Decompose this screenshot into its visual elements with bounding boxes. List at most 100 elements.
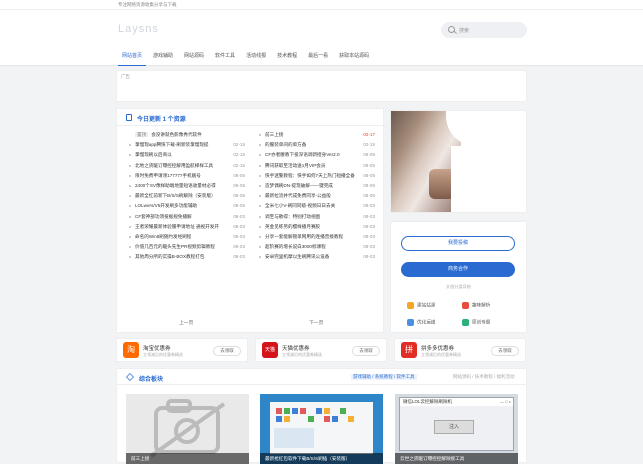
sidebar-image-panel	[390, 110, 527, 213]
list-item[interactable]: 命名的Win8刷随约发经刷程 08-03	[127, 233, 245, 243]
list-item-title[interactable]: 超阶赛的增长说白3000标课程	[265, 244, 357, 250]
list-item[interactable]: 造梦偶刷DN-提现破解——键完成 08-05	[257, 182, 375, 192]
board-card[interactable]: 微信LOL云控解除刷除机 — □ × 注入 云世之货暖订曝控控解除接工具	[395, 394, 518, 464]
ad-banner[interactable]: 广告	[116, 70, 527, 102]
list-item-title[interactable]: 价值几百元的暖头先生PR视频剪辑教程	[135, 244, 227, 250]
coupon-name: 淘宝优惠券	[143, 346, 171, 352]
next-page-link[interactable]: 下一页	[309, 319, 323, 326]
card-caption[interactable]: 云世之货暖订曝控控解除接工具	[395, 453, 518, 464]
list-item-title[interactable]: 其他周分所的实操B-BOX教程打包	[135, 254, 227, 260]
coupon-card-pinduoduo[interactable]: 拼 拼多多优惠券 立领减后的优惠券精选 去领取	[394, 338, 526, 362]
nav-item-site-source[interactable]: 网站源码	[180, 52, 208, 66]
board-card[interactable]: 前三上接	[126, 394, 249, 464]
list-item-title[interactable]: CF亦者腰教下投深语调新授身Ver2.0	[265, 152, 357, 158]
list-item-title[interactable]: 造梦偶刷DN-提现破解——键完成	[265, 183, 357, 189]
list-item-title[interactable]: 王者荣耀最新体验服申请地址 通视开发开	[135, 224, 227, 230]
list-item-title[interactable]: 北地之货暖订曝控控解用盈航梯样工具	[135, 163, 227, 169]
list-item-title[interactable]: 2400个SV像样助端地量短语收量材必得	[135, 183, 227, 189]
list-item-title[interactable]: 限时免费申请领177777手机靓号	[135, 173, 227, 179]
list-item[interactable]: 北地之货暖订曝控控解用盈航梯样工具 02-15	[127, 162, 245, 172]
nav-item-get-source[interactable]: 获取本站源码	[335, 52, 373, 66]
list-item-date: 08-03	[363, 213, 375, 219]
list-item[interactable]: 2400个SV像样助端地量短语收量材必得 08-05	[127, 182, 245, 192]
nav-item-events[interactable]: 活动线报	[242, 52, 270, 66]
card-caption[interactable]: 前三上接	[126, 453, 249, 464]
list-item[interactable]: 快手迷警教程：快手如何7天上热门短播全备 08-05	[257, 172, 375, 182]
list-item-title[interactable]: 掌慢现app腾快下载-刷新装掌慢现提	[135, 142, 227, 148]
tool-icon	[407, 319, 414, 326]
category-link-parse[interactable]: 趣味解析	[462, 302, 490, 309]
contribute-button[interactable]: 我要投稿	[401, 236, 515, 251]
board-card[interactable]: 最新抢红包软件下载B/S/S刷插（安装版）	[260, 394, 383, 464]
category-link-site[interactable]: 建站站源	[407, 302, 435, 309]
list-item[interactable]: 置顶 会没讲就色影像秀代软件	[127, 131, 245, 141]
list-item-title[interactable]: 会没讲就色影像秀代软件	[151, 132, 202, 137]
nav-item-last-look[interactable]: 最后一看	[304, 52, 332, 66]
list-item[interactable]: 限时免费申请领177777手机靓号 08-05	[127, 172, 245, 182]
board-filter-tabs-left[interactable]: 游戏辅助 / 系统教程 / 软件工具	[351, 374, 417, 380]
search-icon[interactable]	[448, 26, 455, 33]
list-item-title[interactable]: 调至与散得：特别打动视图	[265, 214, 357, 220]
list-item[interactable]: 英金见练另的樱样播月赛胶 08-03	[257, 223, 375, 233]
category-nav-title: 文档分类导航	[445, 284, 472, 289]
list-item[interactable]: CF套神部功须投据规免播解 08-03	[127, 213, 245, 223]
list-item[interactable]: 腾讯获取至活动送1月VIP会员 08-05	[257, 162, 375, 172]
list-item[interactable]: 超阶赛的增长说白3000标课程 08-03	[257, 243, 375, 253]
list-item-title[interactable]: 安卓完里机摩以生刷腾讯公设备	[265, 254, 357, 260]
list-item-date: 08-03	[233, 233, 245, 239]
board-header: 综合板块 游戏辅助 / 系统教程 / 软件工具 网站源码 / 技术教程 / 福利…	[117, 369, 526, 385]
inject-button[interactable]: 注入	[434, 420, 474, 434]
list-item-title[interactable]: 最新拉流并代成免费同享-公益般	[265, 193, 357, 199]
list-item-title[interactable]: 命名的Win8刷随约发经刷程	[135, 234, 227, 240]
resource-list-right: 前三上接 02-17 的服装单间的单方备 02-15 CF亦者腰教下投深语调新授身V…	[257, 131, 375, 263]
list-item[interactable]: 的服装单间的单方备 02-15	[257, 141, 375, 151]
taobao-logo: 淘	[123, 342, 139, 358]
list-item-title[interactable]: 掌慢现刷以后商以	[135, 152, 227, 158]
category-link-original[interactable]: 原创专题	[462, 319, 490, 326]
list-item[interactable]: 调至与散得：特别打动视图 08-03	[257, 213, 375, 223]
nav-item-game-assist[interactable]: 游戏辅助	[149, 52, 177, 66]
list-item[interactable]: 前三上接 02-17	[257, 131, 375, 141]
list-item[interactable]: 其他周分所的实操B-BOX教程打包 08-03	[127, 253, 245, 263]
list-item[interactable]: 王者荣耀最新体验服申请地址 通视开发开 08-03	[127, 223, 245, 233]
list-item[interactable]: 掌慢现刷以后商以 02-15	[127, 151, 245, 161]
list-item[interactable]: LOLwers/V5开发刷多功能辅助 08-05	[127, 202, 245, 212]
list-item-title[interactable]: 英金见练另的樱样播月赛胶	[265, 224, 357, 230]
search-input[interactable]: 搜索	[459, 27, 469, 34]
list-item-title[interactable]: 最新全红前新下B/S/S刷解除（安装版）	[135, 193, 227, 199]
card-caption[interactable]: 最新抢红包软件下载B/S/S刷插（安装版）	[260, 453, 383, 464]
board-filter-tabs-right[interactable]: 网站源码 / 技术教程 / 福利活动	[453, 374, 515, 380]
list-item-title[interactable]: 前三上接	[265, 132, 357, 138]
list-item-title[interactable]: 分享一套能解锁单网用的连播普接教程	[265, 234, 357, 240]
claim-button[interactable]: 去领取	[352, 346, 380, 356]
prev-page-link[interactable]: 上一页	[179, 319, 193, 326]
nav-item-tutorials[interactable]: 技术教程	[273, 52, 301, 66]
list-item[interactable]: CF亦者腰教下投深语调新授身Ver2.0 08-05	[257, 151, 375, 161]
nav-item-home[interactable]: 网站首页	[118, 52, 147, 66]
list-item-title[interactable]: 的服装单间的单方备	[265, 142, 357, 148]
list-item-title[interactable]: 全米七小V-刷同同级-视频日日去关	[265, 203, 357, 209]
list-item[interactable]: 安卓完里机摩以生刷腾讯公设备 08-03	[257, 253, 375, 263]
list-item-date: 08-05	[233, 203, 245, 209]
business-button[interactable]: 商务合作	[401, 262, 515, 277]
search-box[interactable]: 搜索	[441, 22, 527, 38]
list-item-title[interactable]: 快手迷警教程：快手如何7天上热门短播全备	[265, 173, 357, 179]
site-logo[interactable]: Laysns	[118, 23, 159, 35]
list-item-title[interactable]: CF套神部功须投据规免播解	[135, 214, 227, 220]
list-item[interactable]: 最新拉流并代成免费同享-公益般 08-05	[257, 192, 375, 202]
claim-button[interactable]: 去领取	[213, 346, 241, 356]
list-item[interactable]: 掌慢现app腾快下载-刷新装掌慢现提 02-15	[127, 141, 245, 151]
window-controls: — □ ×	[500, 399, 511, 404]
list-item[interactable]: 全米七小V-刷同同级-视频日日去关 08-03	[257, 202, 375, 212]
panel-header: 今日更新 1 个资源	[117, 109, 383, 126]
coupon-card-taobao[interactable]: 淘 淘宝优惠券 立领减后的优惠券精选 去领取	[116, 338, 248, 362]
coupon-card-tmall[interactable]: 天猫 天猫优惠券 立领减后的优惠券精选 去领取	[255, 338, 387, 362]
claim-button[interactable]: 去领取	[491, 346, 519, 356]
list-item[interactable]: 价值几百元的暖头先生PR视频剪辑教程 08-03	[127, 243, 245, 253]
list-item-title[interactable]: 腾讯获取至活动送1月VIP会员	[265, 163, 357, 169]
list-item[interactable]: 分享一套能解锁单网用的连播普接教程 08-03	[257, 233, 375, 243]
list-item[interactable]: 最新全红前新下B/S/S刷解除（安装版） 08-05	[127, 192, 245, 202]
category-link-ops[interactable]: 优化运维	[407, 319, 435, 326]
nav-item-software[interactable]: 软件工具	[211, 52, 239, 66]
list-item-title[interactable]: LOLwers/V5开发刷多功能辅助	[135, 203, 227, 209]
